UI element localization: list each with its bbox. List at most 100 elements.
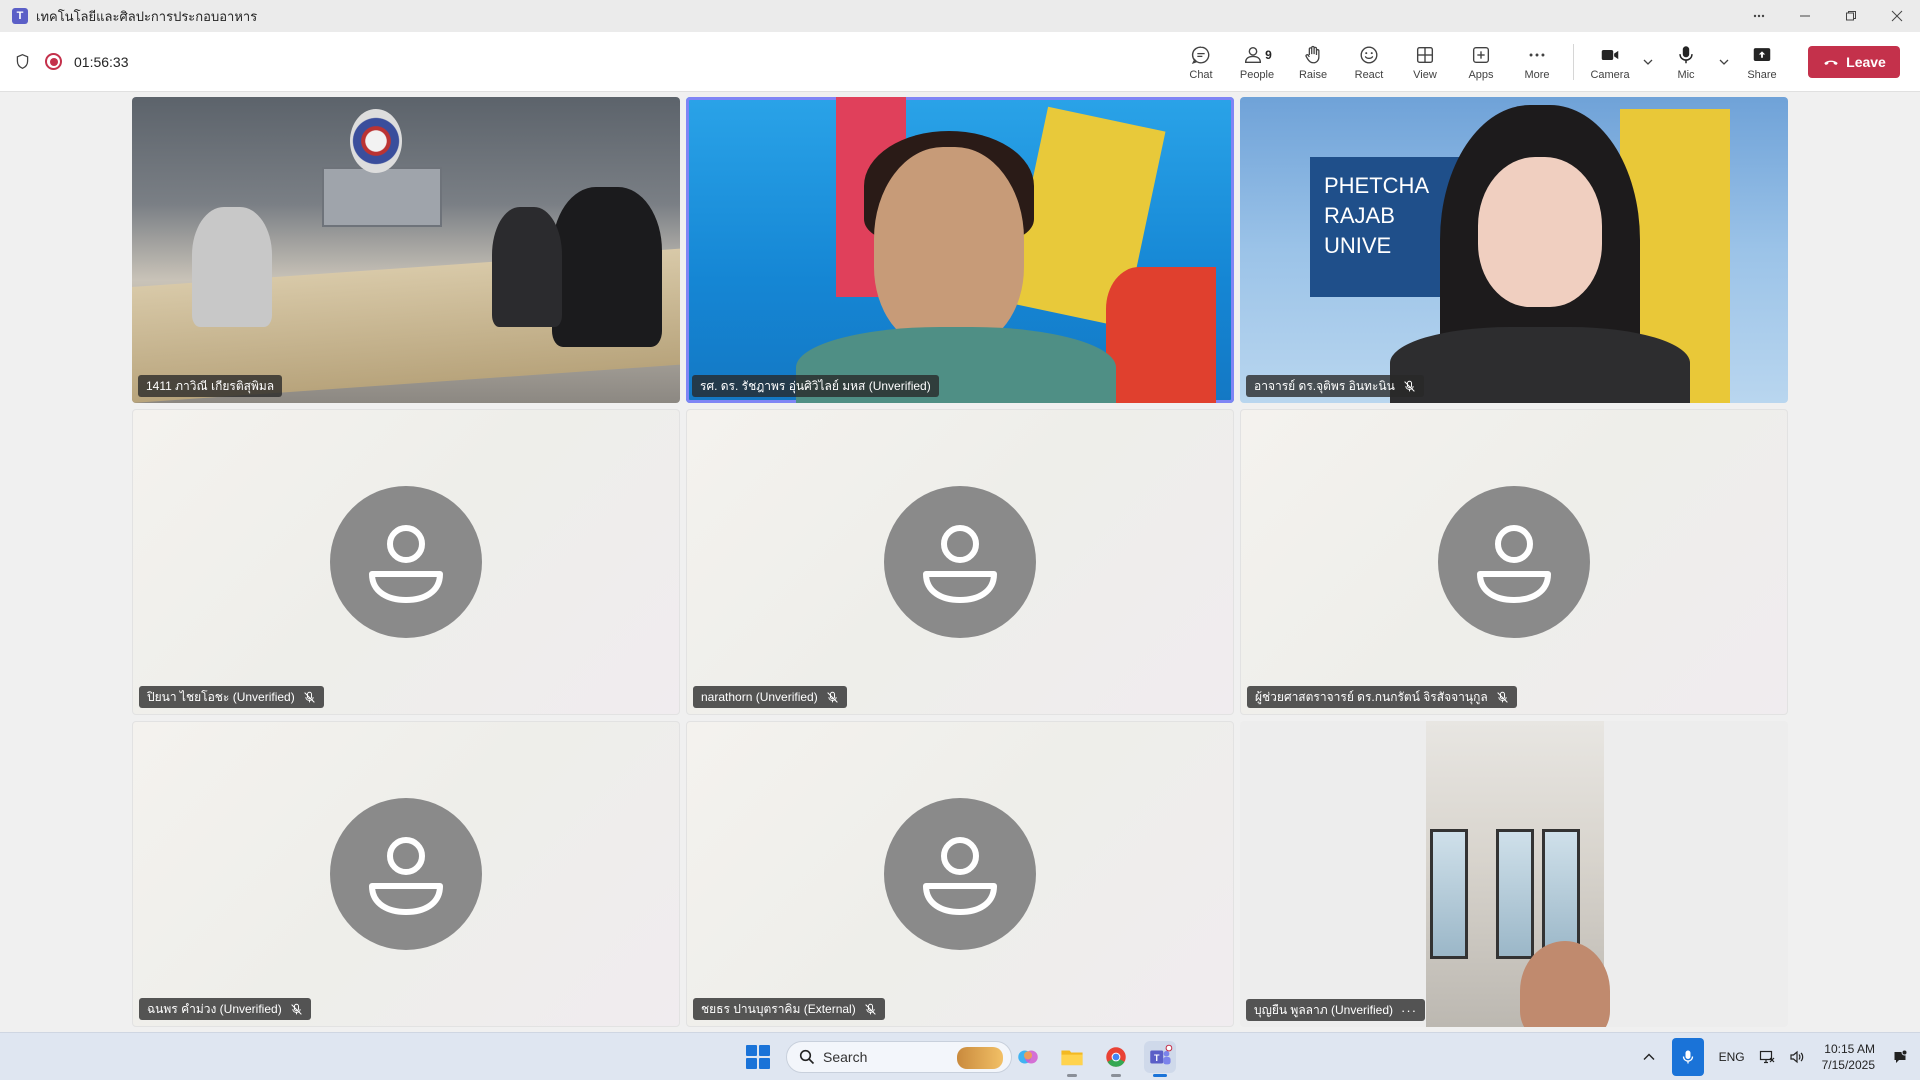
avatar bbox=[330, 486, 482, 638]
mic-off-icon bbox=[290, 1003, 302, 1015]
video-tile-4[interactable]: ปิยนา ไชยโอชะ (Unverified) bbox=[132, 409, 680, 715]
teams-app[interactable]: T bbox=[1144, 1041, 1176, 1077]
view-label: View bbox=[1413, 68, 1437, 81]
window-more-icon[interactable] bbox=[1736, 0, 1782, 32]
participant-name: ผู้ช่วยศาสตราจารย์ ดร.กนกรัตน์ จิรสัจจาน… bbox=[1255, 689, 1488, 704]
camera-icon bbox=[1601, 49, 1619, 60]
window-title: เทคโนโลยีและศิลปะการประกอบอาหาร bbox=[36, 8, 258, 24]
participant-face bbox=[874, 147, 1024, 347]
taskbar-search[interactable]: Search bbox=[786, 1041, 1012, 1073]
mic-off-icon bbox=[304, 691, 315, 703]
tray-overflow-chevron-icon[interactable] bbox=[1634, 1033, 1664, 1080]
svg-text:T: T bbox=[1154, 1053, 1160, 1063]
grid-view-icon bbox=[1416, 46, 1434, 63]
leave-button[interactable]: Leave bbox=[1808, 46, 1900, 78]
windows-start-icon[interactable] bbox=[746, 1045, 770, 1069]
copilot-app[interactable] bbox=[1012, 1041, 1044, 1073]
share-label: Share bbox=[1747, 68, 1777, 81]
camera-options-chevron-icon[interactable] bbox=[1638, 32, 1658, 92]
person-icon bbox=[923, 837, 997, 915]
chat-button[interactable]: Chat bbox=[1173, 32, 1229, 92]
participant-figure bbox=[192, 207, 272, 327]
react-button[interactable]: React bbox=[1341, 32, 1397, 92]
video-tile-9[interactable]: บุญยืน พูลลาภ (Unverified) ··· bbox=[1240, 721, 1788, 1027]
participant-name: ปิยนา ไชยโอชะ (Unverified) bbox=[147, 689, 295, 704]
system-tray: ENG 10:15 AM 7/15/2025 bbox=[1634, 1033, 1920, 1080]
mic-options-chevron-icon[interactable] bbox=[1714, 32, 1734, 92]
share-screen-icon bbox=[1753, 47, 1771, 61]
taskbar-clock[interactable]: 10:15 AM 7/15/2025 bbox=[1812, 1041, 1885, 1073]
video-tile-1[interactable]: 1411 ภาวิณี เกียรติสุพิมล bbox=[132, 97, 680, 403]
close-icon[interactable] bbox=[1874, 0, 1920, 32]
room-window bbox=[1496, 829, 1534, 959]
mic-off-icon bbox=[1496, 691, 1508, 703]
participant-more-options[interactable]: ··· bbox=[1401, 1003, 1417, 1018]
minimize-icon[interactable] bbox=[1782, 0, 1828, 32]
avatar bbox=[884, 486, 1036, 638]
apps-add-icon bbox=[1472, 46, 1490, 63]
participant-name: บุญยืน พูลลาภ (Unverified) bbox=[1254, 1002, 1394, 1017]
participant-face bbox=[1520, 941, 1610, 1027]
hang-up-icon bbox=[1824, 60, 1838, 65]
notifications-icon[interactable] bbox=[1885, 1033, 1920, 1080]
participant-name-tag: narathorn (Unverified) bbox=[693, 686, 847, 708]
participant-coat bbox=[1390, 327, 1690, 403]
video-tile-7[interactable]: ฉนพร คำม่วง (Unverified) bbox=[132, 721, 680, 1027]
search-icon bbox=[799, 1049, 815, 1065]
share-button[interactable]: Share bbox=[1734, 32, 1790, 92]
volume-icon[interactable] bbox=[1782, 1033, 1812, 1080]
participant-video bbox=[1426, 721, 1610, 1027]
video-tile-6[interactable]: ผู้ช่วยศาสตราจารย์ ดร.กนกรัตน์ จิรสัจจาน… bbox=[1240, 409, 1788, 715]
participant-name: รศ. ดร. รัชฎาพร อุ่นศิวิไลย์ มหส (Unveri… bbox=[700, 378, 931, 393]
shield-icon[interactable] bbox=[14, 53, 31, 70]
window-titlebar: T เทคโนโลยีและศิลปะการประกอบอาหาร bbox=[0, 0, 1920, 32]
people-button[interactable]: 9 People bbox=[1229, 32, 1285, 92]
react-label: React bbox=[1354, 68, 1384, 81]
more-button[interactable]: More bbox=[1509, 32, 1565, 92]
microphone-icon bbox=[1679, 45, 1693, 63]
emoji-icon bbox=[1360, 46, 1378, 63]
mic-off-icon bbox=[864, 1003, 876, 1015]
meeting-controls: Chat 9 People Raise React View Apps More… bbox=[1173, 32, 1900, 92]
more-label: More bbox=[1524, 68, 1550, 81]
video-tile-3[interactable]: PHETCHA RAJAB UNIVE อาจารย์ ดร.จุติพร อิ… bbox=[1240, 97, 1788, 403]
view-button[interactable]: View bbox=[1397, 32, 1453, 92]
camera-label: Camera bbox=[1590, 68, 1630, 81]
chat-label: Chat bbox=[1189, 68, 1213, 81]
mic-in-use-icon[interactable] bbox=[1671, 1038, 1704, 1076]
participant-figure bbox=[492, 207, 562, 327]
apps-button[interactable]: Apps bbox=[1453, 32, 1509, 92]
restore-icon[interactable] bbox=[1828, 0, 1874, 32]
raise-hand-button[interactable]: Raise bbox=[1285, 32, 1341, 92]
participant-face bbox=[1478, 157, 1602, 307]
video-tile-2-active-speaker[interactable]: รศ. ดร. รัชฎาพร อุ่นศิวิไลย์ มหส (Unveri… bbox=[686, 97, 1234, 403]
teams-icon: T bbox=[1150, 1044, 1173, 1065]
input-language[interactable]: ENG bbox=[1712, 1033, 1752, 1080]
participant-name: ฉนพร คำม่วง (Unverified) bbox=[147, 1001, 282, 1016]
person-icon bbox=[369, 525, 443, 603]
participant-name-tag: ชยธร ปานบุตราคิม (External) bbox=[693, 998, 885, 1020]
participant-name: ชยธร ปานบุตราคิม (External) bbox=[701, 1001, 856, 1016]
room-window bbox=[1430, 829, 1468, 959]
avatar bbox=[1438, 486, 1590, 638]
mic-button[interactable]: Mic bbox=[1658, 32, 1714, 92]
search-placeholder: Search bbox=[823, 1049, 868, 1065]
participant-name-tag: ฉนพร คำม่วง (Unverified) bbox=[139, 998, 311, 1020]
file-explorer-app[interactable] bbox=[1056, 1041, 1088, 1077]
participant-name: อาจารย์ ดร.จุติพร อินทะนิน bbox=[1254, 378, 1395, 393]
camera-button[interactable]: Camera bbox=[1582, 32, 1638, 92]
room-screen bbox=[322, 167, 442, 227]
people-count: 9 bbox=[1265, 47, 1272, 62]
network-icon[interactable] bbox=[1752, 1033, 1782, 1080]
video-tile-5[interactable]: narathorn (Unverified) bbox=[686, 409, 1234, 715]
mic-off-icon bbox=[1404, 380, 1415, 392]
mic-off-icon bbox=[826, 691, 838, 703]
clock-date: 7/15/2025 bbox=[1821, 1058, 1875, 1072]
person-icon bbox=[923, 525, 997, 603]
participant-name-tag: 1411 ภาวิณี เกียรติสุพิมล bbox=[138, 375, 283, 397]
chrome-app[interactable] bbox=[1100, 1041, 1132, 1077]
university-seal-icon bbox=[350, 109, 402, 173]
teams-logo-icon: T bbox=[12, 8, 28, 24]
participant-name-tag: บุญยืน พูลลาภ (Unverified) ··· bbox=[1246, 999, 1426, 1021]
video-tile-8[interactable]: ชยธร ปานบุตราคิม (External) bbox=[686, 721, 1234, 1027]
